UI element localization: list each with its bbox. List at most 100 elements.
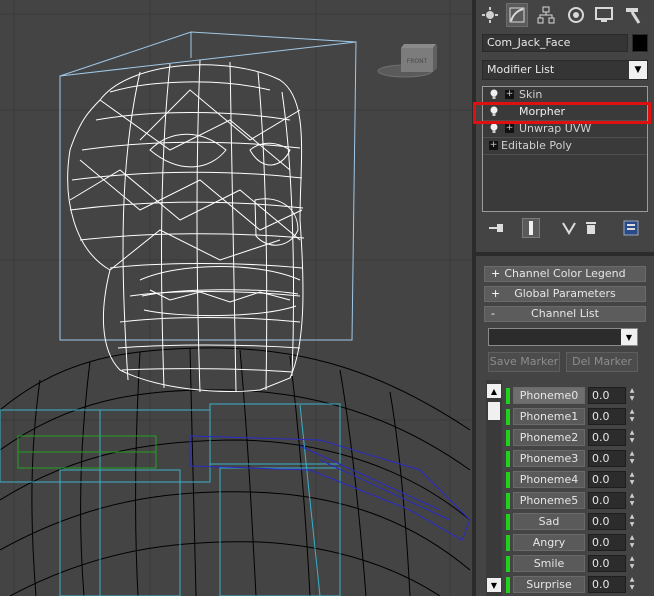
- scroll-down-arrow-icon[interactable]: ▼: [487, 578, 501, 592]
- rollout-channel-list[interactable]: - Channel List: [484, 306, 646, 322]
- channel-value-field[interactable]: 0.0: [588, 387, 626, 404]
- spinner-arrows-icon[interactable]: ▲ ▼: [627, 576, 637, 593]
- remove-modifier-button[interactable]: [582, 218, 600, 238]
- channel-value-field[interactable]: 0.0: [588, 513, 626, 530]
- rollout-toggle: +: [491, 287, 501, 300]
- channel-value-field[interactable]: 0.0: [588, 408, 626, 425]
- stack-item-label: Editable Poly: [501, 139, 572, 152]
- tab-hierarchy[interactable]: [535, 3, 557, 27]
- rollout-title: Global Parameters: [514, 287, 616, 300]
- tab-display[interactable]: [593, 3, 615, 27]
- make-unique-button[interactable]: [560, 218, 578, 238]
- channel-value-field[interactable]: 0.0: [588, 492, 626, 509]
- channel-status-indicator: [506, 514, 510, 530]
- pin-icon: [489, 224, 503, 232]
- channel-button[interactable]: Sad: [513, 513, 585, 530]
- channel-row: Phoneme1 0.0 ▲ ▼: [506, 408, 646, 426]
- pin-stack-button[interactable]: [488, 218, 506, 238]
- channel-row: Phoneme2 0.0 ▲ ▼: [506, 429, 646, 447]
- configure-icon: [623, 220, 639, 236]
- tab-create[interactable]: [479, 3, 501, 27]
- channel-status-indicator: [506, 430, 510, 446]
- channel-button[interactable]: Phoneme1: [513, 408, 585, 425]
- rollout-title: Channel List: [531, 307, 599, 320]
- del-marker-button[interactable]: Del Marker: [566, 352, 638, 372]
- channel-button[interactable]: Phoneme0: [513, 387, 585, 404]
- command-panel-tabs: [476, 0, 654, 30]
- rollout-title: Channel Color Legend: [504, 267, 626, 280]
- save-marker-button[interactable]: Save Marker: [488, 352, 560, 372]
- spinner-arrows-icon[interactable]: ▲ ▼: [627, 513, 637, 530]
- expand-plus-icon[interactable]: +: [505, 124, 514, 133]
- channel-scrollbar[interactable]: ▲ ▼: [486, 380, 502, 596]
- channel-button[interactable]: Angry: [513, 534, 585, 551]
- show-end-result-button[interactable]: [522, 218, 540, 238]
- chevron-down-icon: ▼: [621, 329, 637, 345]
- scroll-up-arrow-icon[interactable]: ▲: [487, 384, 501, 398]
- stack-item-label: Skin: [519, 88, 543, 101]
- spinner-arrows-icon[interactable]: ▲ ▼: [627, 555, 637, 572]
- scrollbar-thumb[interactable]: [488, 402, 500, 420]
- rollout-toggle: -: [491, 307, 495, 320]
- spinner-arrows-icon[interactable]: ▲ ▼: [627, 429, 637, 446]
- channel-button[interactable]: Phoneme2: [513, 429, 585, 446]
- stack-toolbar: [482, 218, 648, 240]
- stack-item-editable-poly[interactable]: + Editable Poly: [483, 138, 647, 155]
- lightbulb-icon[interactable]: [489, 89, 499, 101]
- rollout-global-parameters[interactable]: + Global Parameters: [484, 286, 646, 302]
- marker-dropdown[interactable]: ▼: [488, 328, 638, 346]
- channel-button[interactable]: Phoneme4: [513, 471, 585, 488]
- monitor-icon: [595, 7, 613, 22]
- channel-status-indicator: [506, 388, 510, 404]
- spinner-arrows-icon[interactable]: ▲ ▼: [627, 387, 637, 404]
- command-panel: Com_Jack_Face Modifier List ▼ + Skin Mor…: [476, 0, 654, 596]
- channel-value-field[interactable]: 0.0: [588, 471, 626, 488]
- channel-value-field[interactable]: 0.0: [588, 534, 626, 551]
- trash-icon: [586, 222, 596, 234]
- tab-motion[interactable]: [565, 3, 587, 27]
- channel-status-indicator: [506, 535, 510, 551]
- tab-modify[interactable]: [506, 3, 528, 27]
- channel-value-field[interactable]: 0.0: [588, 555, 626, 572]
- channel-button[interactable]: Smile: [513, 555, 585, 572]
- body-wireframe: [0, 347, 471, 596]
- selection-highlight-box: [473, 102, 651, 124]
- bend-icon: [509, 7, 525, 23]
- tab-utilities[interactable]: [622, 3, 644, 27]
- channel-value-field[interactable]: 0.0: [588, 450, 626, 467]
- make-unique-icon: [562, 222, 576, 235]
- viewcube[interactable]: FRONT: [377, 44, 437, 78]
- channel-status-indicator: [506, 493, 510, 509]
- channel-list: ▲ ▼ Phoneme0 0.0 ▲ ▼ Phoneme1 0.0 ▲ ▼ Phon…: [484, 380, 646, 596]
- channel-button[interactable]: Surprise: [513, 576, 585, 593]
- channel-value-field[interactable]: 0.0: [588, 576, 626, 593]
- panel-separator: [476, 252, 654, 256]
- configure-modifier-sets-button[interactable]: [622, 218, 640, 238]
- channel-status-indicator: [506, 409, 510, 425]
- channel-status-indicator: [506, 472, 510, 488]
- object-color-swatch[interactable]: [632, 34, 648, 52]
- spinner-arrows-icon[interactable]: ▲ ▼: [627, 471, 637, 488]
- channel-row: Phoneme4 0.0 ▲ ▼: [506, 471, 646, 489]
- rollout-toggle: +: [491, 267, 501, 280]
- perspective-viewport[interactable]: FRONT: [0, 0, 472, 596]
- channel-button[interactable]: Phoneme3: [513, 450, 585, 467]
- rollout-channel-color-legend[interactable]: + Channel Color Legend: [484, 266, 646, 282]
- lightbulb-icon[interactable]: [489, 123, 499, 135]
- channel-row: Phoneme3 0.0 ▲ ▼: [506, 450, 646, 468]
- clavicle-helper: [17, 435, 157, 469]
- expand-plus-icon[interactable]: +: [489, 141, 498, 150]
- spinner-arrows-icon[interactable]: ▲ ▼: [627, 450, 637, 467]
- spinner-arrows-icon[interactable]: ▲ ▼: [627, 492, 637, 509]
- bone-boxes: [0, 403, 341, 596]
- channel-row: Surprise 0.0 ▲ ▼: [506, 576, 646, 594]
- expand-plus-icon[interactable]: +: [505, 90, 514, 99]
- spinner-arrows-icon[interactable]: ▲ ▼: [627, 408, 637, 425]
- channel-button[interactable]: Phoneme5: [513, 492, 585, 509]
- object-name-field[interactable]: Com_Jack_Face: [482, 34, 628, 52]
- spinner-arrows-icon[interactable]: ▲ ▼: [627, 534, 637, 551]
- channel-value-field[interactable]: 0.0: [588, 429, 626, 446]
- channel-row: Phoneme0 0.0 ▲ ▼: [506, 387, 646, 405]
- modifier-list-dropdown[interactable]: Modifier List ▼: [482, 60, 648, 80]
- viewcube-front-label: FRONT: [407, 58, 428, 65]
